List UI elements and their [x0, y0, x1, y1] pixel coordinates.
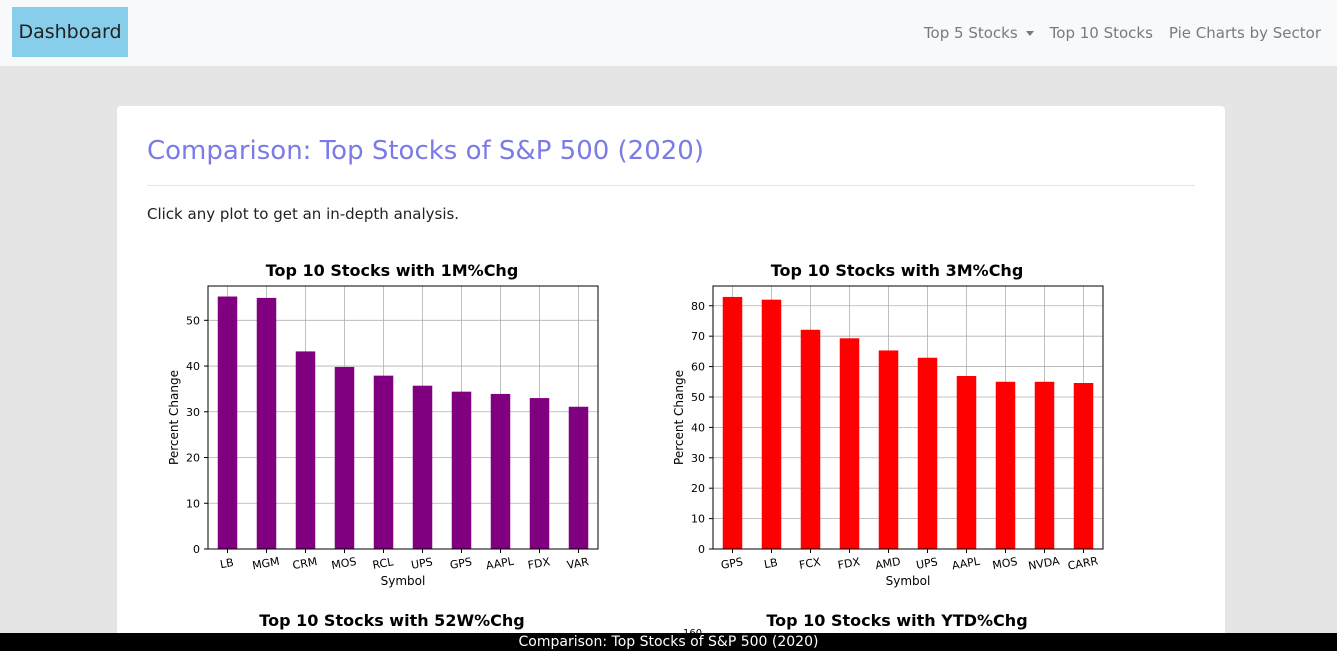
bar-fdx	[839, 338, 860, 549]
x-tick-label: GPS	[720, 555, 744, 572]
bar-rcl	[373, 375, 394, 549]
bar-mos	[995, 381, 1016, 549]
x-tick-label: AMD	[874, 555, 901, 572]
footer-caption: Comparison: Top Stocks of S&P 500 (2020)	[0, 633, 1337, 651]
bar-aapl	[956, 375, 977, 549]
page-title: Comparison: Top Stocks of S&P 500 (2020)	[147, 136, 704, 166]
x-tick-label: LB	[219, 556, 235, 571]
x-tick-label: CARR	[1067, 554, 1100, 572]
y-tick-label: 20	[691, 482, 705, 495]
bar-nvda	[1034, 381, 1055, 549]
y-tick-label: 10	[186, 497, 200, 510]
x-tick-label: GPS	[449, 555, 473, 572]
plot-52w-title[interactable]: Top 10 Stocks with 52W%Chg	[162, 611, 622, 630]
chart-title: Top 10 Stocks with 1M%Chg	[265, 261, 519, 280]
bar-gps	[451, 391, 472, 549]
x-tick-label: FCX	[798, 555, 822, 572]
x-tick-label: NVDA	[1027, 554, 1061, 572]
nav-top5-label: Top 5 Stocks	[923, 24, 1018, 42]
x-tick-label: AAPL	[485, 555, 516, 573]
brand-link[interactable]: Dashboard	[12, 7, 128, 57]
x-tick-label: FDX	[837, 555, 862, 572]
x-tick-label: FDX	[527, 555, 552, 572]
navbar: Dashboard Top 5 Stocks Top 10 Stocks Pie…	[0, 0, 1337, 66]
bar-amd	[878, 350, 899, 549]
y-tick-label: 20	[186, 452, 200, 465]
x-axis-label: Symbol	[886, 574, 931, 588]
nav-top10-label: Top 10 Stocks	[1049, 24, 1153, 42]
bar-mgm	[256, 297, 277, 549]
bar-mos	[334, 366, 355, 549]
bar-lb	[761, 299, 782, 549]
nav-links: Top 5 Stocks Top 10 Stocks Pie Charts by…	[908, 0, 1321, 66]
x-tick-label: UPS	[915, 555, 939, 572]
y-axis-label: Percent Change	[167, 370, 181, 465]
x-tick-label: MGM	[251, 555, 280, 573]
x-tick-label: AAPL	[951, 555, 982, 573]
nav-pie-charts-link[interactable]: Pie Charts by Sector	[1169, 24, 1321, 42]
x-tick-label: VAR	[566, 555, 590, 572]
x-axis-label: Symbol	[381, 574, 426, 588]
chart-svg: 0 10 20 30 40 50 LB MGM CRM MOS RCL UPS GPS AAPL FDX VA…	[167, 285, 599, 588]
y-tick-label: 10	[691, 513, 705, 526]
intro-text: Click any plot to get an in-depth analys…	[147, 205, 460, 223]
bar-gps	[722, 296, 743, 549]
bar-lb	[217, 296, 238, 549]
content-card: Comparison: Top Stocks of S&P 500 (2020)…	[117, 106, 1225, 651]
x-tick-label: RCL	[371, 555, 395, 572]
plot-1m-chg[interactable]: Top 10 Stocks with 1M%Chg 0 10 20 30 40 50 LB M…	[162, 256, 622, 591]
y-tick-label: 30	[186, 406, 200, 419]
x-tick-label: MOS	[330, 555, 357, 572]
chart-svg: 0 10 20 30 40 50 60 70 80 GPS LB FCX FDX AMD UPS AAPL MO…	[672, 285, 1104, 588]
nav-top5-dropdown[interactable]: Top 5 Stocks	[924, 24, 1034, 42]
y-tick-label: 50	[186, 314, 200, 327]
bar-fcx	[800, 329, 821, 549]
y-tick-label: 0	[698, 543, 705, 556]
y-axis-label: Percent Change	[672, 370, 686, 465]
bar-ups	[412, 385, 433, 549]
y-tick-label: 30	[691, 452, 705, 465]
divider	[147, 185, 1195, 186]
bar-fdx	[529, 398, 550, 549]
y-tick-label: 40	[691, 421, 705, 434]
nav-pie-label: Pie Charts by Sector	[1168, 24, 1321, 42]
x-tick-label: MOS	[991, 555, 1018, 572]
bar-ups	[917, 357, 938, 549]
bar-crm	[295, 351, 316, 549]
plot-ytd-title[interactable]: Top 10 Stocks with YTD%Chg	[667, 611, 1127, 630]
y-tick-label: 40	[186, 360, 200, 373]
bar-var	[568, 406, 589, 549]
y-tick-label: 0	[193, 543, 200, 556]
chart-title: Top 10 Stocks with 3M%Chg	[770, 261, 1024, 280]
x-tick-label: UPS	[410, 555, 434, 572]
y-tick-label: 50	[691, 391, 705, 404]
x-tick-label: LB	[763, 556, 779, 571]
nav-top10-link[interactable]: Top 10 Stocks	[1050, 24, 1153, 42]
bar-aapl	[490, 393, 511, 549]
y-tick-label: 80	[691, 300, 705, 313]
x-tick-label: CRM	[292, 555, 319, 572]
plot-3m-chg[interactable]: Top 10 Stocks with 3M%Chg 0 10 20 30 40 50 60 7…	[667, 256, 1127, 591]
chevron-down-icon	[1025, 30, 1034, 36]
y-tick-label: 60	[691, 361, 705, 374]
bar-carr	[1073, 382, 1094, 549]
y-tick-label: 70	[691, 330, 705, 343]
